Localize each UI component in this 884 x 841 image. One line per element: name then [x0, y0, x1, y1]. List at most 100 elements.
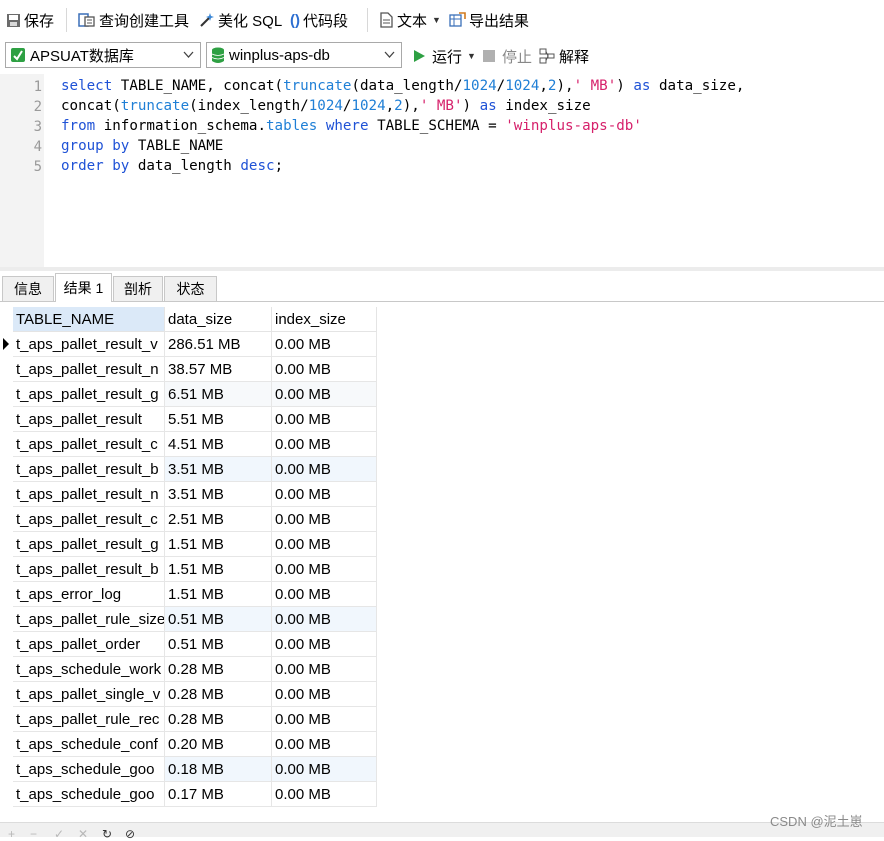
database-select[interactable]: winplus-aps-db — [206, 42, 402, 68]
table-row[interactable]: t_aps_pallet_result_b 1.51 MB 0.00 MB — [13, 557, 377, 582]
table-row[interactable]: t_aps_pallet_result_n 3.51 MB 0.00 MB — [13, 482, 377, 507]
cell-table-name[interactable]: t_aps_pallet_single_v — [13, 682, 165, 707]
cell-table-name[interactable]: t_aps_pallet_result_b — [13, 457, 165, 482]
column-header-data-size[interactable]: data_size — [165, 307, 272, 332]
cell-data-size[interactable]: 0.51 MB — [165, 607, 272, 632]
stop-button[interactable]: 停止 — [483, 45, 532, 67]
table-row[interactable]: t_aps_pallet_result_n 38.57 MB 0.00 MB — [13, 357, 377, 382]
cell-index-size[interactable]: 0.00 MB — [272, 557, 377, 582]
discard-changes-icon[interactable]: ✕ — [78, 827, 88, 841]
cell-table-name[interactable]: t_aps_pallet_result_n — [13, 357, 165, 382]
cell-data-size[interactable]: 0.28 MB — [165, 707, 272, 732]
cell-table-name[interactable]: t_aps_pallet_result_b — [13, 557, 165, 582]
cell-data-size[interactable]: 0.17 MB — [165, 782, 272, 807]
cell-data-size[interactable]: 4.51 MB — [165, 432, 272, 457]
cell-table-name[interactable]: t_aps_schedule_goo — [13, 782, 165, 807]
table-row[interactable]: t_aps_schedule_goo 0.17 MB 0.00 MB — [13, 782, 377, 807]
cell-index-size[interactable]: 0.00 MB — [272, 732, 377, 757]
cell-index-size[interactable]: 0.00 MB — [272, 582, 377, 607]
cell-index-size[interactable]: 0.00 MB — [272, 757, 377, 782]
cell-index-size[interactable]: 0.00 MB — [272, 532, 377, 557]
table-row[interactable]: t_aps_pallet_result_g 1.51 MB 0.00 MB — [13, 532, 377, 557]
cell-data-size[interactable]: 38.57 MB — [165, 357, 272, 382]
cell-table-name[interactable]: t_aps_pallet_result_v — [13, 332, 165, 357]
sql-editor[interactable]: 1 2 3 4 5 select TABLE_NAME, concat(trun… — [0, 74, 884, 267]
cell-index-size[interactable]: 0.00 MB — [272, 682, 377, 707]
cell-table-name[interactable]: t_aps_schedule_conf — [13, 732, 165, 757]
cell-index-size[interactable]: 0.00 MB — [272, 607, 377, 632]
cell-data-size[interactable]: 3.51 MB — [165, 482, 272, 507]
run-button[interactable]: 运行 ▼ — [412, 45, 476, 67]
beautify-sql-button[interactable]: 美化 SQL — [198, 9, 282, 31]
cell-data-size[interactable]: 286.51 MB — [165, 332, 272, 357]
column-header-index-size[interactable]: index_size — [272, 307, 377, 332]
code-snippet-button[interactable]: () 代码段 — [290, 9, 348, 31]
table-row[interactable]: t_aps_pallet_result_b 3.51 MB 0.00 MB — [13, 457, 377, 482]
cell-table-name[interactable]: t_aps_error_log — [13, 582, 165, 607]
column-header-table-name[interactable]: TABLE_NAME — [13, 307, 165, 332]
table-row[interactable]: t_aps_pallet_result_g 6.51 MB 0.00 MB — [13, 382, 377, 407]
delete-record-icon[interactable]: − — [30, 827, 37, 841]
table-row[interactable]: t_aps_error_log 1.51 MB 0.00 MB — [13, 582, 377, 607]
cell-index-size[interactable]: 0.00 MB — [272, 507, 377, 532]
cell-table-name[interactable]: t_aps_pallet_rule_size — [13, 607, 165, 632]
cell-index-size[interactable]: 0.00 MB — [272, 332, 377, 357]
cell-data-size[interactable]: 6.51 MB — [165, 382, 272, 407]
cell-table-name[interactable]: t_aps_pallet_result_c — [13, 507, 165, 532]
refresh-icon[interactable]: ↻ — [102, 827, 112, 841]
export-results-button[interactable]: 导出结果 — [449, 9, 529, 31]
table-row[interactable]: t_aps_pallet_rule_rec 0.28 MB 0.00 MB — [13, 707, 377, 732]
cell-data-size[interactable]: 0.20 MB — [165, 732, 272, 757]
cell-data-size[interactable]: 1.51 MB — [165, 557, 272, 582]
query-builder-button[interactable]: 查询创建工具 — [78, 9, 189, 31]
cell-index-size[interactable]: 0.00 MB — [272, 482, 377, 507]
cell-data-size[interactable]: 1.51 MB — [165, 582, 272, 607]
explain-button[interactable]: 解释 — [539, 45, 589, 67]
cell-table-name[interactable]: t_aps_pallet_result_n — [13, 482, 165, 507]
table-row[interactable]: t_aps_pallet_result_c 2.51 MB 0.00 MB — [13, 507, 377, 532]
cell-index-size[interactable]: 0.00 MB — [272, 382, 377, 407]
cell-index-size[interactable]: 0.00 MB — [272, 357, 377, 382]
table-row[interactable]: t_aps_pallet_order 0.51 MB 0.00 MB — [13, 632, 377, 657]
tab-info[interactable]: 信息 — [2, 276, 54, 301]
cell-index-size[interactable]: 0.00 MB — [272, 632, 377, 657]
cell-data-size[interactable]: 0.28 MB — [165, 682, 272, 707]
cell-data-size[interactable]: 2.51 MB — [165, 507, 272, 532]
table-row[interactable]: t_aps_pallet_result 5.51 MB 0.00 MB — [13, 407, 377, 432]
table-row[interactable]: t_aps_schedule_work 0.28 MB 0.00 MB — [13, 657, 377, 682]
cell-data-size[interactable]: 0.28 MB — [165, 657, 272, 682]
cell-table-name[interactable]: t_aps_pallet_rule_rec — [13, 707, 165, 732]
save-button[interactable]: 保存 — [6, 9, 54, 31]
cell-data-size[interactable]: 3.51 MB — [165, 457, 272, 482]
cell-table-name[interactable]: t_aps_pallet_result — [13, 407, 165, 432]
text-menu-button[interactable]: 文本 ▼ — [379, 9, 441, 31]
table-row[interactable]: t_aps_pallet_result_v 286.51 MB 0.00 MB — [13, 332, 377, 357]
cell-data-size[interactable]: 5.51 MB — [165, 407, 272, 432]
tab-result-1[interactable]: 结果 1 — [55, 273, 112, 302]
table-row[interactable]: t_aps_schedule_goo 0.18 MB 0.00 MB — [13, 757, 377, 782]
cell-index-size[interactable]: 0.00 MB — [272, 782, 377, 807]
cell-index-size[interactable]: 0.00 MB — [272, 407, 377, 432]
cell-table-name[interactable]: t_aps_schedule_work — [13, 657, 165, 682]
cell-data-size[interactable]: 0.51 MB — [165, 632, 272, 657]
cell-table-name[interactable]: t_aps_pallet_order — [13, 632, 165, 657]
cell-data-size[interactable]: 1.51 MB — [165, 532, 272, 557]
cell-table-name[interactable]: t_aps_pallet_result_c — [13, 432, 165, 457]
cell-data-size[interactable]: 0.18 MB — [165, 757, 272, 782]
cell-index-size[interactable]: 0.00 MB — [272, 432, 377, 457]
connection-select[interactable]: APSUAT数据库 — [5, 42, 201, 68]
cell-index-size[interactable]: 0.00 MB — [272, 657, 377, 682]
table-row[interactable]: t_aps_pallet_single_v 0.28 MB 0.00 MB — [13, 682, 377, 707]
tab-status[interactable]: 状态 — [164, 276, 217, 301]
add-record-icon[interactable]: + — [8, 827, 15, 841]
cell-index-size[interactable]: 0.00 MB — [272, 707, 377, 732]
stop-query-icon[interactable]: ⊘ — [125, 827, 135, 841]
apply-changes-icon[interactable]: ✓ — [54, 827, 64, 841]
table-row[interactable]: t_aps_pallet_rule_size 0.51 MB 0.00 MB — [13, 607, 377, 632]
tab-profile[interactable]: 剖析 — [113, 276, 163, 301]
cell-table-name[interactable]: t_aps_pallet_result_g — [13, 382, 165, 407]
cell-table-name[interactable]: t_aps_pallet_result_g — [13, 532, 165, 557]
cell-index-size[interactable]: 0.00 MB — [272, 457, 377, 482]
table-row[interactable]: t_aps_pallet_result_c 4.51 MB 0.00 MB — [13, 432, 377, 457]
table-row[interactable]: t_aps_schedule_conf 0.20 MB 0.00 MB — [13, 732, 377, 757]
